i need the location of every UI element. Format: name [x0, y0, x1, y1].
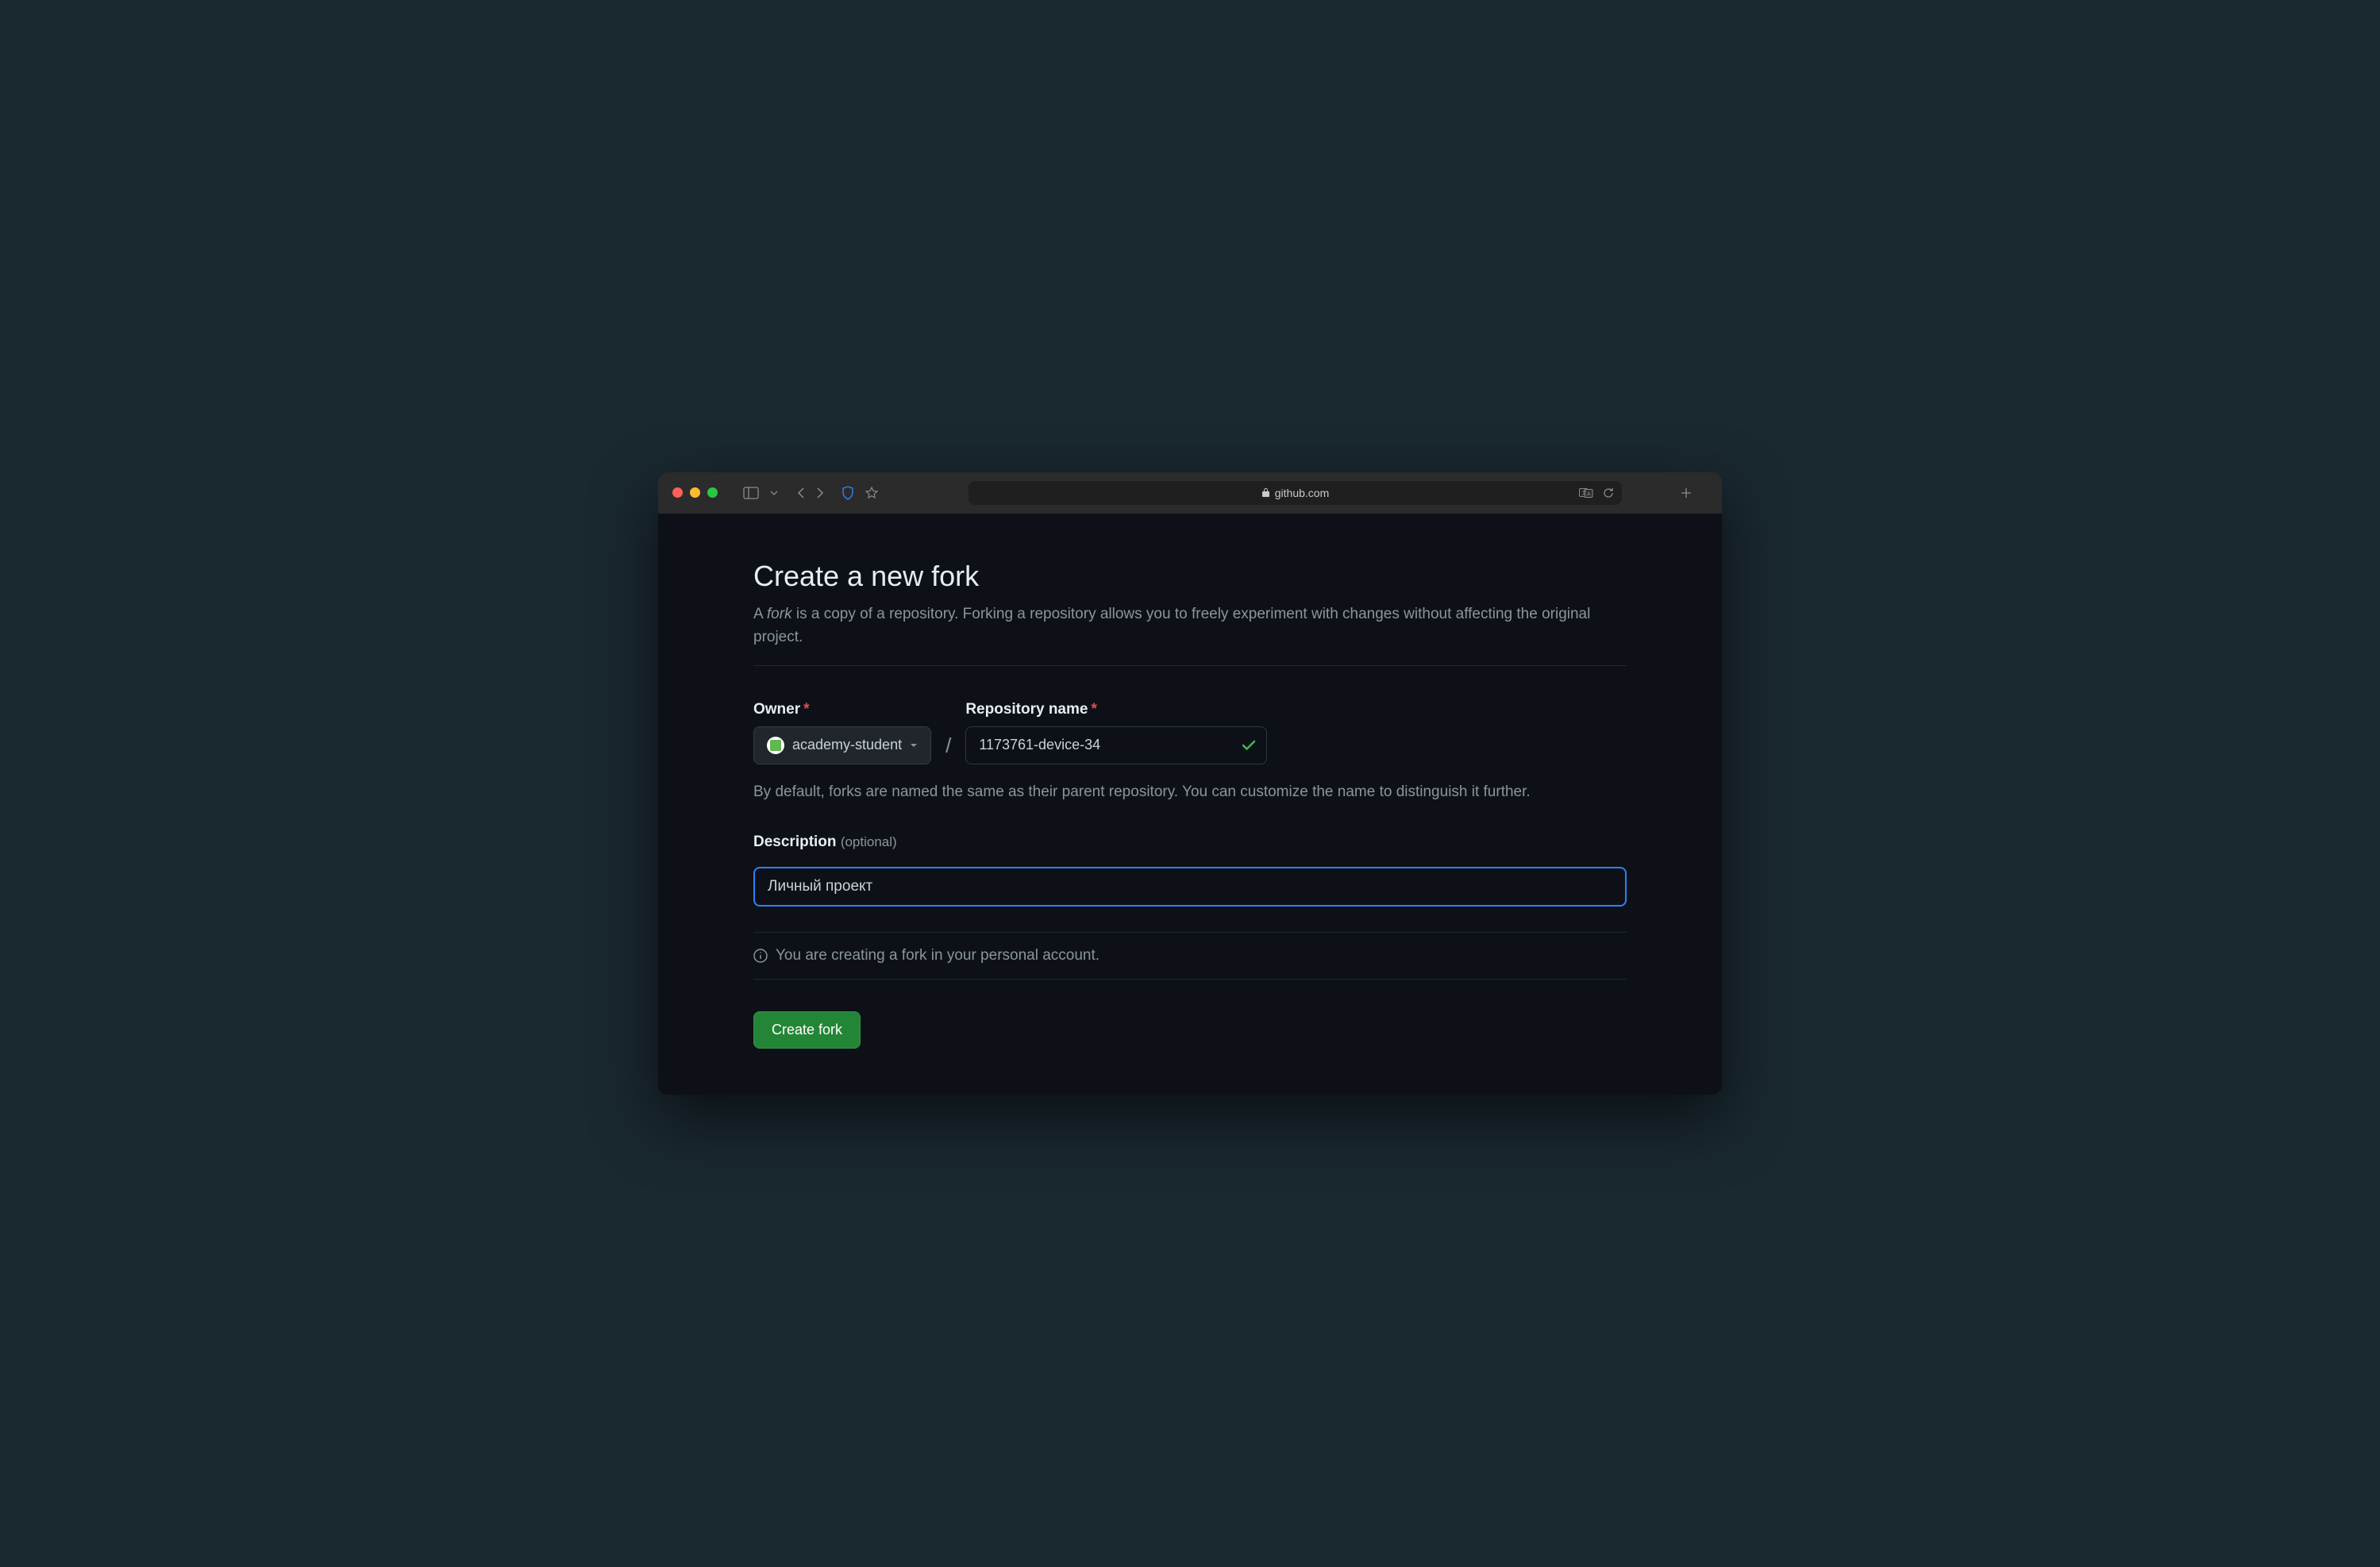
page-lead: A fork is a copy of a repository. Forkin…: [753, 603, 1627, 649]
lock-icon: [1261, 487, 1270, 498]
svg-text:文: 文: [1581, 489, 1587, 496]
optional-label: (optional): [841, 834, 897, 849]
browser-toolbar: github.com 文A: [658, 472, 1722, 514]
owner-select[interactable]: academy-student: [753, 726, 931, 764]
create-fork-button[interactable]: Create fork: [753, 1011, 861, 1049]
info-notice: You are creating a fork in your personal…: [753, 947, 1627, 964]
owner-label: Owner*: [753, 701, 931, 718]
minimize-window-button[interactable]: [690, 487, 700, 498]
default-name-hint: By default, forks are named the same as …: [753, 780, 1627, 803]
divider: [753, 665, 1627, 666]
caret-down-icon: [910, 743, 918, 748]
page-title: Create a new fork: [753, 560, 1627, 593]
shield-icon[interactable]: [841, 486, 854, 500]
description-input[interactable]: [753, 867, 1627, 907]
new-tab-button[interactable]: [1681, 487, 1692, 499]
address-bar[interactable]: github.com 文A: [969, 481, 1622, 505]
required-asterisk: *: [1091, 701, 1096, 718]
owner-repo-row: Owner* academy-student / Repository name…: [753, 701, 1627, 764]
reload-icon[interactable]: [1603, 487, 1614, 499]
info-icon: [753, 949, 768, 963]
forward-button-icon[interactable]: [816, 487, 824, 499]
browser-window: github.com 文A Create a new fork A fork i…: [658, 472, 1722, 1095]
info-text: You are creating a fork in your personal…: [776, 947, 1099, 964]
required-asterisk: *: [803, 701, 809, 718]
divider: [753, 932, 1627, 933]
checkmark-icon: [1242, 740, 1256, 751]
description-label: Description (optional): [753, 834, 1627, 851]
repo-name-label: Repository name*: [965, 701, 1267, 718]
repo-name-input[interactable]: [965, 726, 1267, 764]
owner-value: academy-student: [792, 737, 902, 753]
address-domain: github.com: [1275, 487, 1329, 499]
tab-dropdown-icon[interactable]: [770, 491, 778, 495]
translate-icon[interactable]: 文A: [1579, 487, 1593, 499]
close-window-button[interactable]: [672, 487, 683, 498]
page-content: Create a new fork A fork is a copy of a …: [658, 514, 1722, 1095]
traffic-lights: [672, 487, 718, 498]
avatar: [767, 737, 784, 754]
sidebar-toggle-icon[interactable]: [743, 487, 759, 499]
svg-text:A: A: [1587, 491, 1591, 497]
divider: [753, 979, 1627, 980]
maximize-window-button[interactable]: [707, 487, 718, 498]
back-button-icon[interactable]: [797, 487, 805, 499]
path-slash: /: [938, 733, 959, 764]
bookmark-star-icon[interactable]: [865, 487, 878, 499]
